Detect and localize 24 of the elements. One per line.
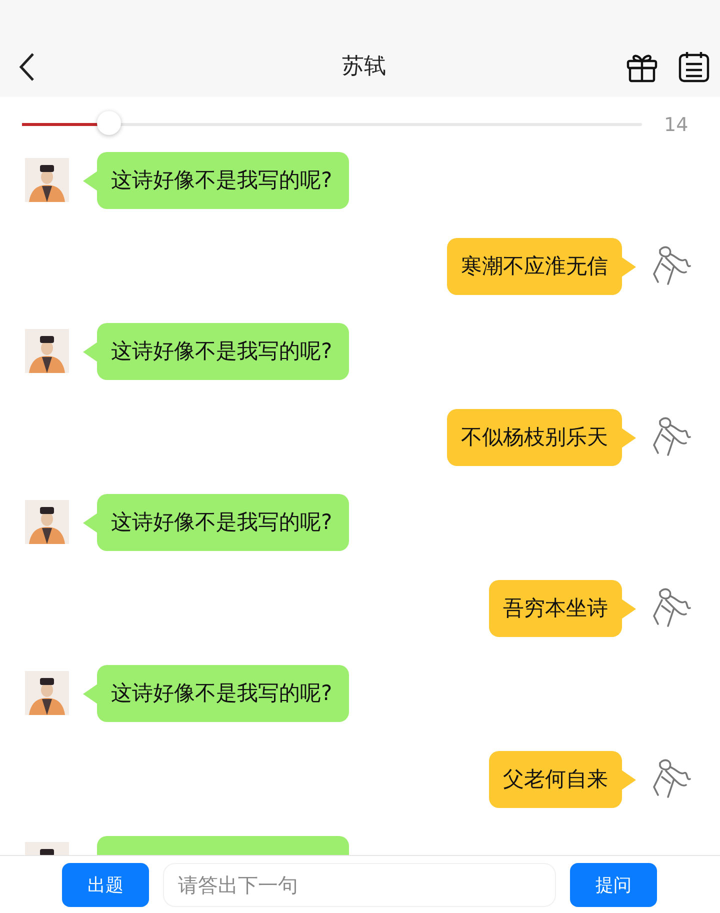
page-title: 苏轼	[341, 53, 387, 81]
calendar-icon[interactable]	[678, 51, 710, 83]
avatar	[25, 158, 69, 202]
message-bubble: 吾穷本坐诗	[489, 580, 622, 636]
avatar	[25, 500, 69, 544]
message-bubble: 这诗好像不是我写的呢?	[97, 323, 349, 380]
figure-icon	[650, 244, 692, 286]
message-bubble: 不似杨枝别乐天	[447, 408, 622, 466]
answer-field[interactable]: 请答出下一句	[163, 862, 556, 906]
figure-icon	[650, 586, 692, 628]
message-bubble: 寒潮不应淮无信	[447, 238, 622, 294]
ask-button[interactable]: 提问	[570, 862, 657, 906]
message-bubble: 父老何自来	[489, 750, 622, 808]
avatar	[25, 329, 69, 373]
message-bubble: 这诗好像不是我写的呢?	[97, 152, 349, 209]
figure-icon	[650, 756, 692, 798]
message-bubble: 这诗好像不是我写的呢?	[97, 494, 349, 551]
figure-icon	[650, 414, 692, 456]
slider-thumb[interactable]	[96, 111, 121, 135]
message-bubble: 这诗好像不是我写的呢?	[97, 665, 349, 722]
back-icon	[18, 52, 36, 82]
quiz-button[interactable]: 出题	[62, 862, 149, 906]
avatar	[25, 671, 69, 715]
progress-count: 14	[664, 114, 688, 136]
